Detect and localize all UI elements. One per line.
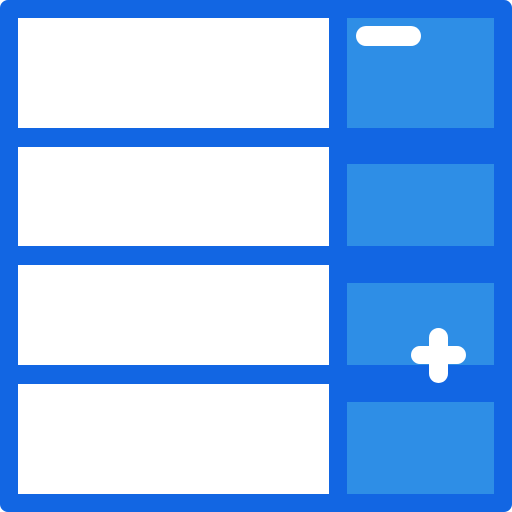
side-cell-2 — [347, 164, 494, 246]
minus-icon — [356, 26, 421, 46]
row-cell-3 — [18, 265, 329, 365]
row-cell-2 — [18, 147, 329, 246]
side-cell-4 — [347, 402, 494, 494]
plus-icon-vertical — [429, 328, 448, 383]
row-cell-1 — [18, 18, 329, 128]
spreadsheet-svg — [0, 0, 512, 512]
spreadsheet-icon — [0, 0, 512, 512]
row-cell-4 — [18, 384, 329, 494]
